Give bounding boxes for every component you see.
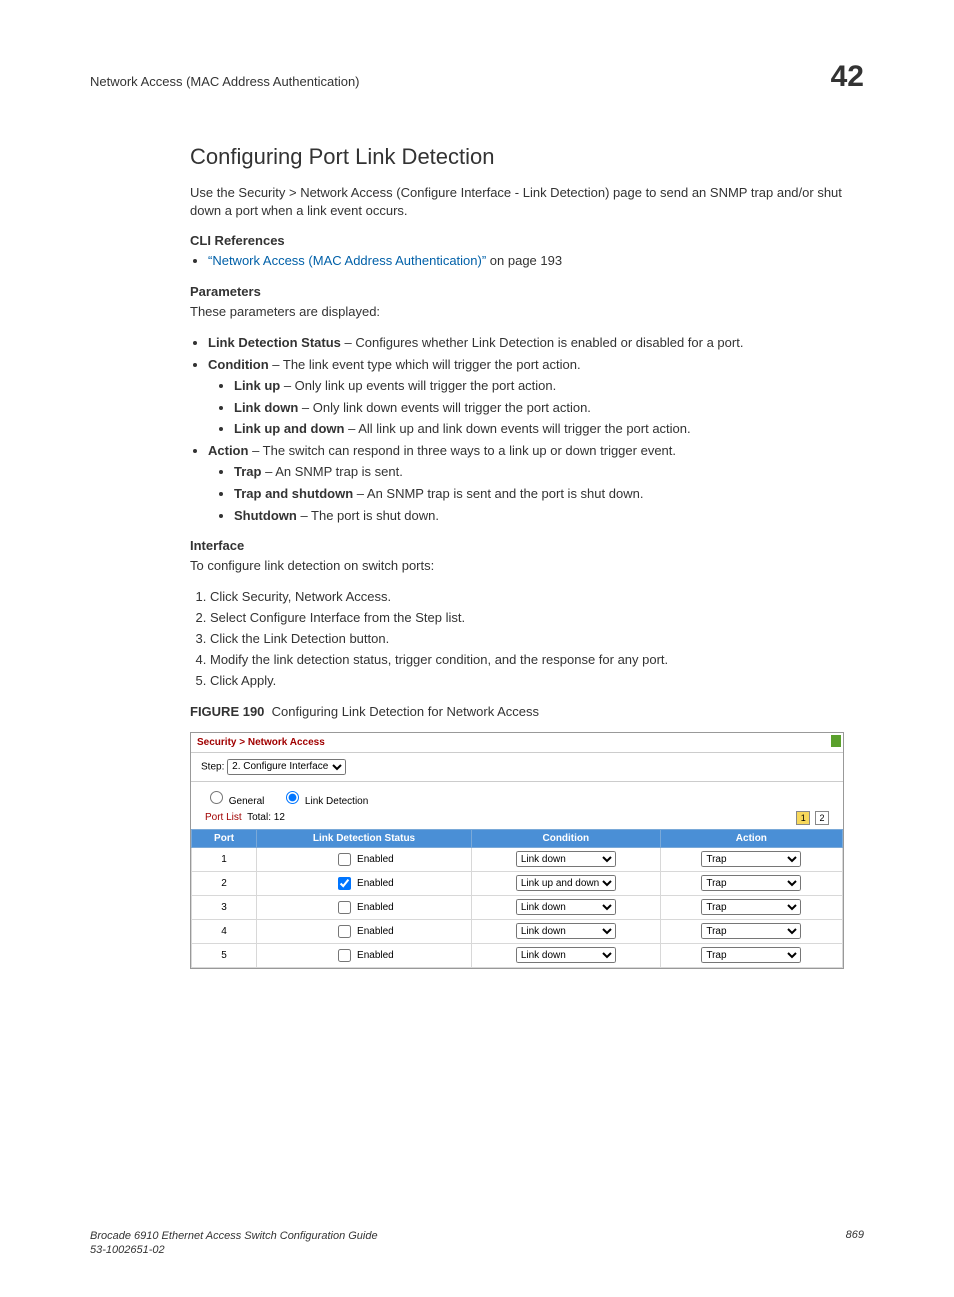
port-list-label: Port List Total: 12 xyxy=(205,812,285,823)
condition-select[interactable]: Link down xyxy=(516,923,616,939)
enabled-checkbox[interactable] xyxy=(338,949,351,962)
enabled-checkbox[interactable] xyxy=(338,925,351,938)
cell-status: Enabled xyxy=(257,847,472,871)
step-item: Click the Link Detection button. xyxy=(210,631,844,646)
action-select[interactable]: Trap xyxy=(701,875,801,891)
table-row: 3 Enabled Link down Trap xyxy=(192,895,843,919)
step-item: Click Apply. xyxy=(210,673,844,688)
table-row: 5 Enabled Link down Trap xyxy=(192,943,843,967)
enabled-checkbox[interactable] xyxy=(338,901,351,914)
footer-guide: Brocade 6910 Ethernet Access Switch Conf… xyxy=(90,1230,378,1242)
param-sub-item: Trap – An SNMP trap is sent. xyxy=(234,463,844,481)
cell-action: Trap xyxy=(660,895,842,919)
cell-port: 5 xyxy=(192,943,257,967)
param-sub-item: Trap and shutdown – An SNMP trap is sent… xyxy=(234,485,844,503)
param-sub-item: Link down – Only link down events will t… xyxy=(234,399,844,417)
cell-port: 4 xyxy=(192,919,257,943)
intro-paragraph: Use the Security > Network Access (Confi… xyxy=(190,184,844,219)
cell-action: Trap xyxy=(660,871,842,895)
condition-select[interactable]: Link down xyxy=(516,899,616,915)
figure-ui-panel: Security > Network Access Step: 2. Confi… xyxy=(190,732,844,969)
condition-select[interactable]: Link down xyxy=(516,851,616,867)
cell-port: 3 xyxy=(192,895,257,919)
step-item: Click Security, Network Access. xyxy=(210,589,844,604)
param-item: Condition – The link event type which wi… xyxy=(208,356,844,438)
cli-ref-suffix: on page 193 xyxy=(486,253,562,268)
cell-action: Trap xyxy=(660,919,842,943)
cli-ref-item: “Network Access (MAC Address Authenticat… xyxy=(208,252,844,270)
interface-intro: To configure link detection on switch po… xyxy=(190,557,844,575)
table-row: 1 Enabled Link down Trap xyxy=(192,847,843,871)
running-head: Network Access (MAC Address Authenticati… xyxy=(90,74,360,89)
cell-condition: Link down xyxy=(471,943,660,967)
cell-condition: Link up and down xyxy=(471,871,660,895)
chapter-number: 42 xyxy=(831,60,864,94)
param-sub-item: Shutdown – The port is shut down. xyxy=(234,507,844,525)
param-item: Action – The switch can respond in three… xyxy=(208,442,844,524)
footer-pagenum: 869 xyxy=(846,1229,864,1258)
condition-select[interactable]: Link down xyxy=(516,947,616,963)
pagination: 1 2 xyxy=(794,811,829,825)
cell-status: Enabled xyxy=(257,871,472,895)
cell-status: Enabled xyxy=(257,895,472,919)
cell-port: 1 xyxy=(192,847,257,871)
table-row: 2 Enabled Link up and down Trap xyxy=(192,871,843,895)
ui-breadcrumb: Security > Network Access xyxy=(191,733,843,753)
cli-refs-heading: CLI References xyxy=(190,233,844,248)
figure-number: FIGURE 190 xyxy=(190,704,264,719)
col-condition: Condition xyxy=(471,829,660,847)
param-item: Link Detection Status – Configures wheth… xyxy=(208,334,844,352)
step-item: Select Configure Interface from the Step… xyxy=(210,610,844,625)
help-icon[interactable] xyxy=(831,735,841,747)
port-table: Port Link Detection Status Condition Act… xyxy=(191,829,843,968)
cell-status: Enabled xyxy=(257,919,472,943)
cell-action: Trap xyxy=(660,943,842,967)
interface-heading: Interface xyxy=(190,538,844,553)
col-status: Link Detection Status xyxy=(257,829,472,847)
table-row: 4 Enabled Link down Trap xyxy=(192,919,843,943)
col-port: Port xyxy=(192,829,257,847)
parameters-heading: Parameters xyxy=(190,284,844,299)
action-select[interactable]: Trap xyxy=(701,851,801,867)
condition-select[interactable]: Link up and down xyxy=(516,875,616,891)
enabled-checkbox[interactable] xyxy=(338,877,351,890)
figure-title: Configuring Link Detection for Network A… xyxy=(272,704,539,719)
radio-link-detection[interactable]: Link Detection xyxy=(281,796,368,807)
step-select[interactable]: 2. Configure Interface xyxy=(227,759,346,775)
cell-condition: Link down xyxy=(471,895,660,919)
step-item: Modify the link detection status, trigge… xyxy=(210,652,844,667)
cell-condition: Link down xyxy=(471,919,660,943)
action-select[interactable]: Trap xyxy=(701,899,801,915)
section-title: Configuring Port Link Detection xyxy=(190,144,844,170)
enabled-checkbox[interactable] xyxy=(338,853,351,866)
step-label: Step: xyxy=(201,761,224,772)
action-select[interactable]: Trap xyxy=(701,947,801,963)
cli-ref-link[interactable]: “Network Access (MAC Address Authenticat… xyxy=(208,253,486,268)
figure-caption: FIGURE 190 Configuring Link Detection fo… xyxy=(190,704,844,719)
footer-docnum: 53-1002651-02 xyxy=(90,1244,165,1256)
cell-action: Trap xyxy=(660,847,842,871)
parameters-intro: These parameters are displayed: xyxy=(190,303,844,321)
cell-port: 2 xyxy=(192,871,257,895)
param-sub-item: Link up – Only link up events will trigg… xyxy=(234,377,844,395)
radio-general[interactable]: General xyxy=(205,796,264,807)
col-action: Action xyxy=(660,829,842,847)
page-1[interactable]: 1 xyxy=(796,811,810,825)
page-2[interactable]: 2 xyxy=(815,811,829,825)
action-select[interactable]: Trap xyxy=(701,923,801,939)
cell-status: Enabled xyxy=(257,943,472,967)
param-sub-item: Link up and down – All link up and link … xyxy=(234,420,844,438)
cell-condition: Link down xyxy=(471,847,660,871)
